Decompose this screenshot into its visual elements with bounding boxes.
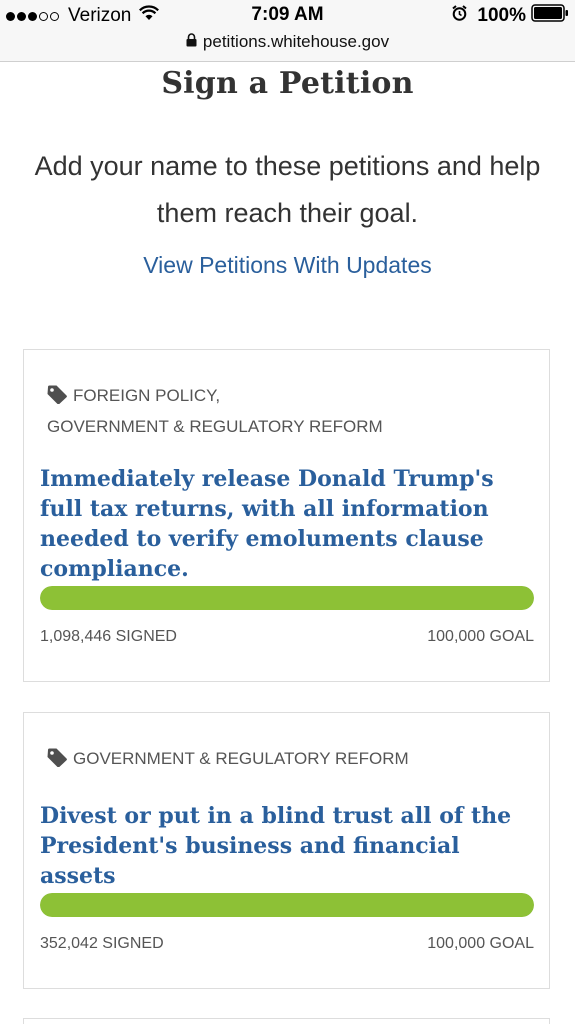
url-text[interactable]: petitions.whitehouse.gov	[203, 32, 389, 52]
url-bar[interactable]: petitions.whitehouse.gov	[0, 32, 575, 62]
battery-percent: 100%	[477, 5, 526, 26]
petition-tags: GOVERNMENT & REGULATORY REFORM	[47, 745, 529, 776]
petition-card[interactable]: GOVERNMENT & REGULATORY REFORM Divest or…	[23, 712, 550, 989]
petition-card[interactable]: FOREIGN POLICY, GOVERNMENT & REGULATORY …	[23, 349, 550, 682]
battery-icon	[531, 4, 569, 28]
alarm-icon	[452, 5, 468, 27]
progress-fill	[40, 586, 534, 610]
petition-title-link[interactable]: Immediately release Donald Trump's full …	[40, 464, 531, 584]
signature-progress-bar	[40, 893, 534, 917]
petition-title-link[interactable]: Divest or put in a blind trust all of th…	[40, 801, 531, 891]
tag-link-government-regulatory-reform[interactable]: GOVERNMENT & REGULATORY REFORM	[47, 413, 529, 441]
battery-info: 100%	[452, 4, 569, 28]
signature-goal: 100,000 GOAL	[427, 628, 534, 645]
signature-progress-bar	[40, 586, 534, 610]
petition-card-partial[interactable]	[23, 1018, 550, 1024]
status-bar: Verizon 7:09 AM 100%	[0, 0, 575, 32]
signature-count: 352,042 SIGNED	[40, 935, 164, 952]
tag-link-government-regulatory-reform[interactable]: GOVERNMENT & REGULATORY REFORM	[73, 749, 409, 768]
petition-tags: FOREIGN POLICY, GOVERNMENT & REGULATORY …	[47, 382, 529, 441]
lock-icon	[186, 32, 197, 52]
view-petitions-with-updates-link[interactable]: View Petitions With Updates	[0, 252, 575, 279]
intro-text: Add your name to these petitions and hel…	[34, 151, 541, 228]
progress-fill	[40, 893, 534, 917]
signature-count: 1,098,446 SIGNED	[40, 628, 177, 645]
tag-icon	[47, 748, 68, 776]
page-title: Sign a Petition	[161, 66, 414, 101]
tag-link-foreign-policy[interactable]: FOREIGN POLICY,	[73, 386, 220, 405]
tag-icon	[47, 385, 68, 413]
signature-goal: 100,000 GOAL	[427, 935, 534, 952]
